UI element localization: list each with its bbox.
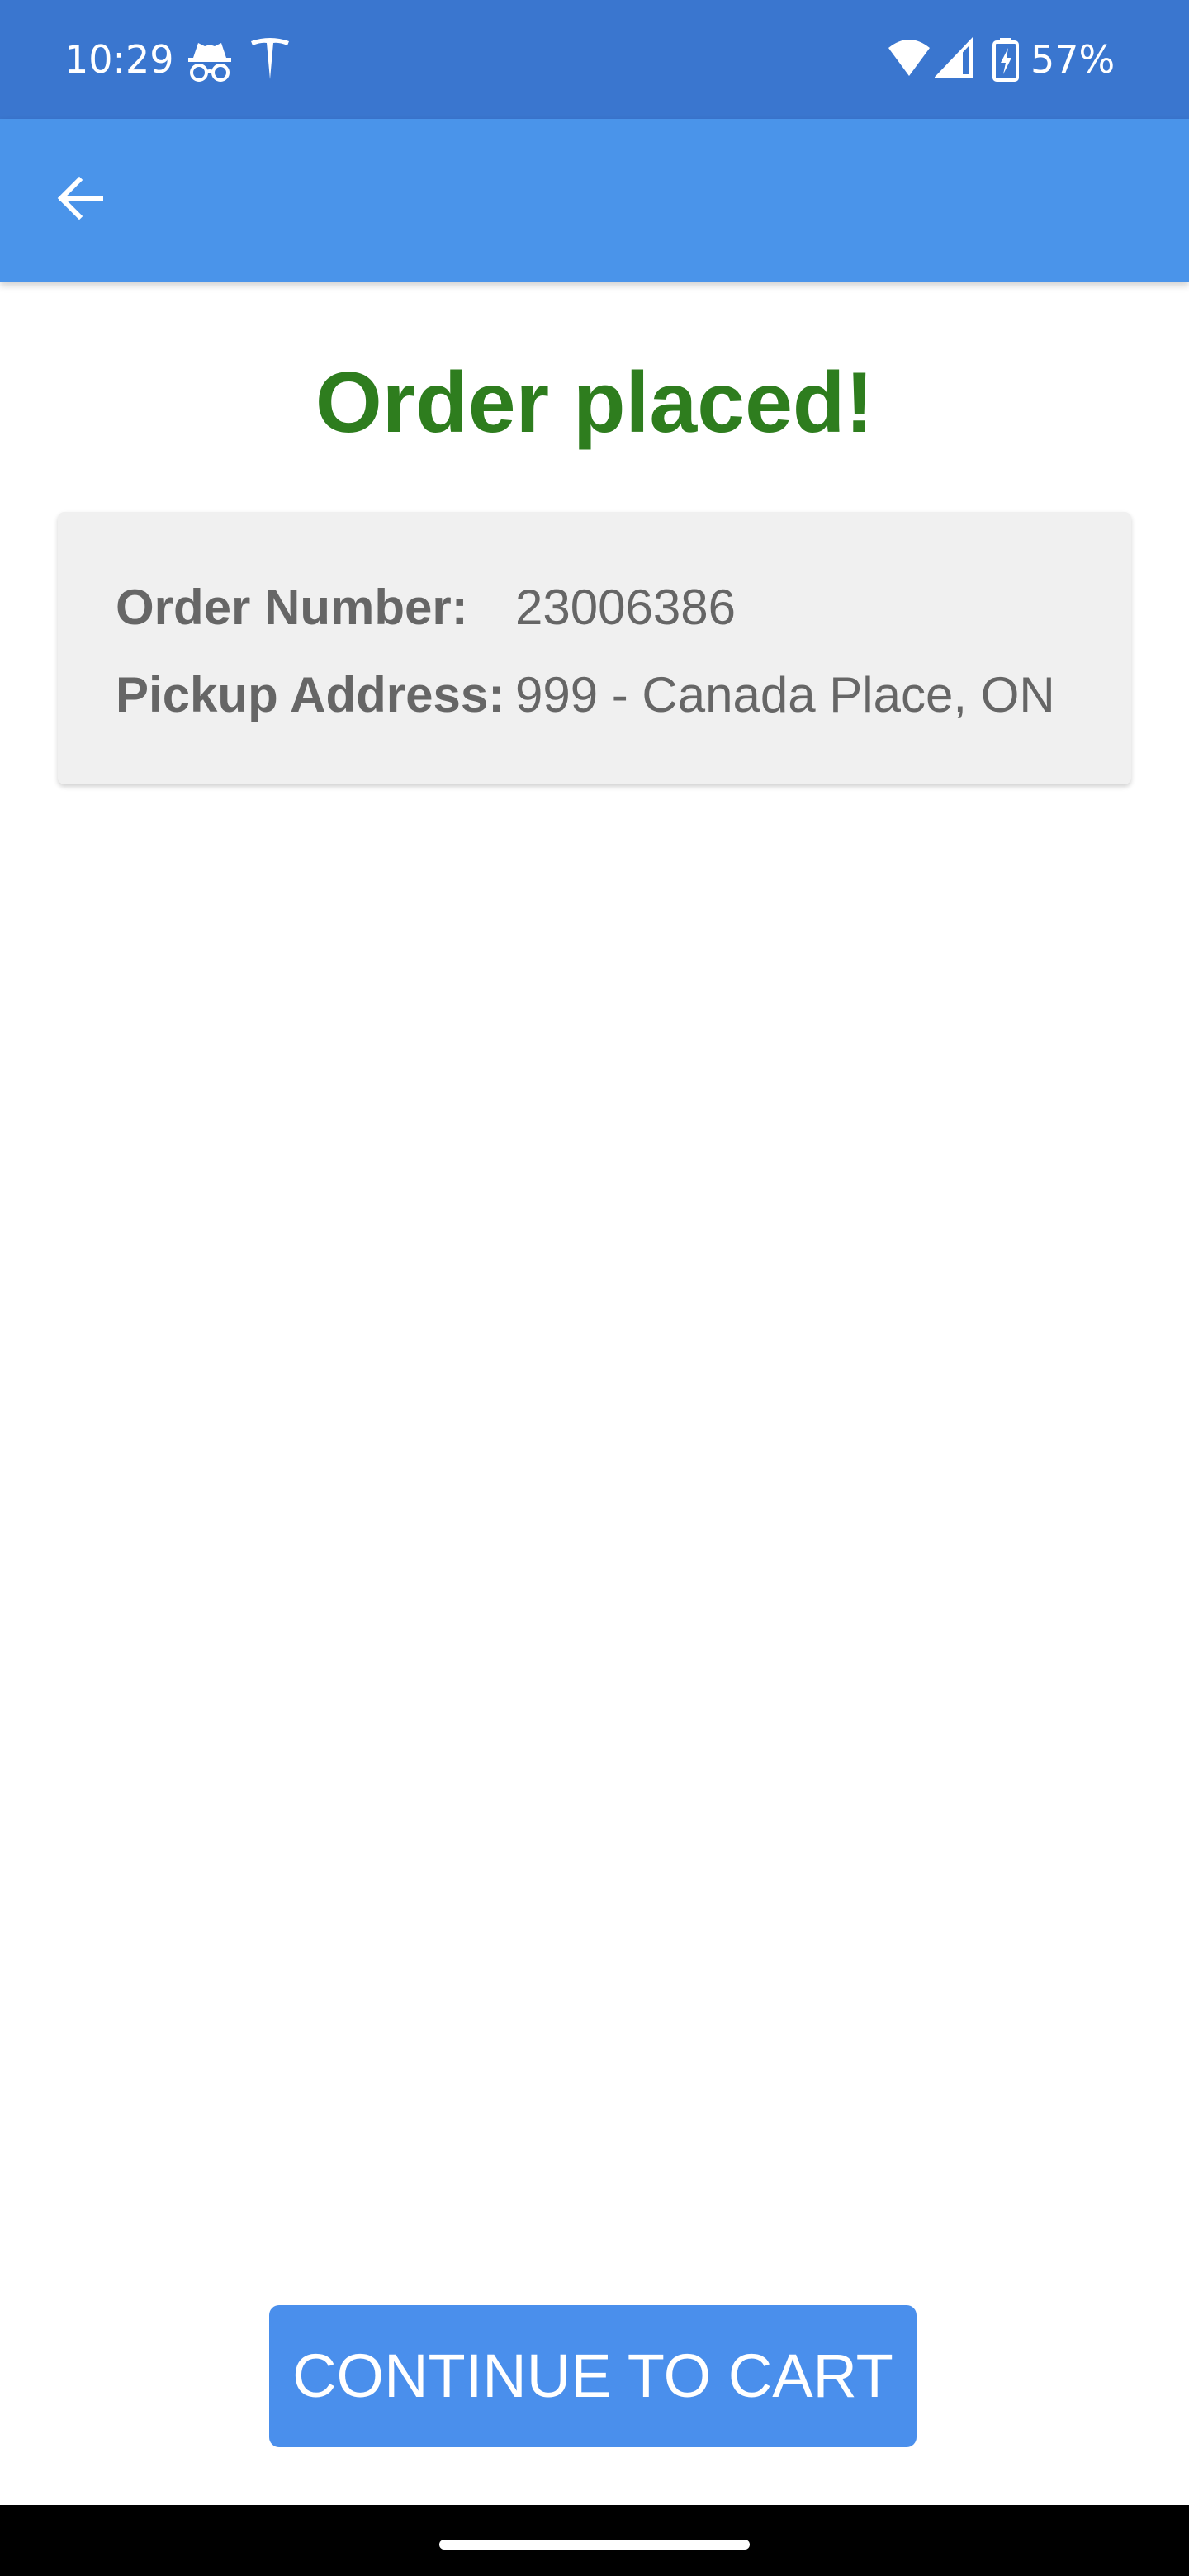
battery-percent: 57% [1030,37,1116,82]
status-bar: 10:29 57% [0,0,1189,119]
order-number-value: 23006386 [515,580,736,635]
order-number-row: Order Number: 23006386 [116,575,736,641]
back-button[interactable] [33,154,126,246]
navigation-bar [0,2505,1189,2576]
page-title: Order placed! [315,355,874,451]
app-bar [0,119,1189,282]
tesla-icon [249,36,291,84]
status-time: 10:29 [64,37,174,82]
home-indicator[interactable] [439,2540,750,2550]
signal-icon [934,36,974,84]
order-info-card: Order Number: 23006386 Pickup Address: 999… [58,512,1131,784]
order-number-label: Order Number: [116,580,468,635]
pickup-address-value: 999 - Canada Place, ON [515,667,1055,722]
wifi-icon [887,36,931,84]
incognito-icon [187,36,233,84]
arrow-left-icon [53,172,106,229]
pickup-address-label: Pickup Address: [116,667,505,722]
continue-to-cart-button[interactable]: CONTINUE TO CART [269,2305,917,2447]
pickup-address-row: Pickup Address: 999 - Canada Place, ON [116,662,1055,728]
battery-charging-icon [991,36,1021,84]
